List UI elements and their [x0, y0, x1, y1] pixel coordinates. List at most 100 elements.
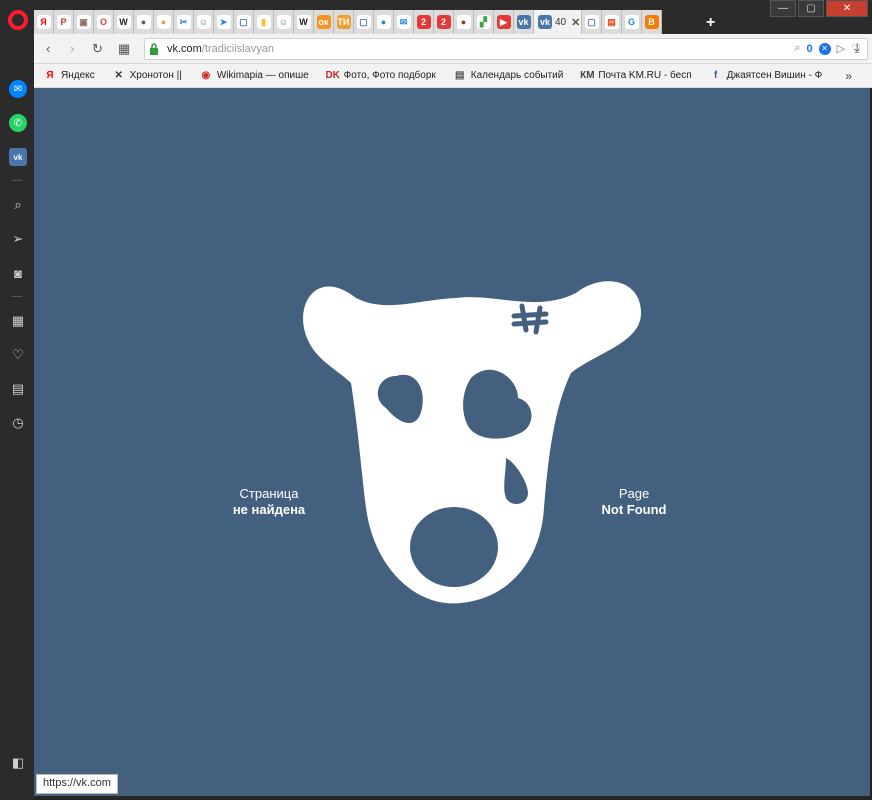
not-found-en-line2: Not Found	[601, 502, 667, 517]
browser-tab[interactable]: ●	[374, 10, 394, 34]
browser-tab[interactable]: Я	[34, 10, 54, 34]
back-button[interactable]: ‹	[46, 41, 50, 56]
browser-tab[interactable]: B	[642, 10, 662, 34]
close-window-button[interactable]: ✕	[826, 0, 868, 17]
bookmark-item[interactable]: ◉ Wikimapia — опише	[200, 70, 309, 82]
adblock-count: 0	[806, 42, 813, 55]
bookmarks-bar: Я Яндекс ✕ Хронотон || ◉ Wikimapia — опише DK Ф…	[34, 64, 872, 88]
speed-dial-button[interactable]: ▦	[118, 41, 130, 57]
browser-tab[interactable]: 2	[414, 10, 434, 34]
opera-icon: O	[96, 15, 111, 29]
browser-tab[interactable]: P	[54, 10, 74, 34]
send-icon[interactable]: ➢	[9, 230, 27, 248]
chronoton-icon: ✕	[114, 70, 123, 81]
browser-tab[interactable]: ▶	[494, 10, 514, 34]
bookmark-item[interactable]: DK Фото, Фото подборк	[325, 70, 436, 82]
browser-tab[interactable]: ●	[454, 10, 474, 34]
address-field[interactable]: vk.com/tradiciislavyan ⌕ 0 ✕ ▷ ♡	[144, 38, 868, 60]
bookmark-item[interactable]: f Джаятсен Вишин - Ф	[710, 70, 822, 82]
zoom-search-icon[interactable]: ⌕	[794, 42, 800, 55]
adblock-icon[interactable]: ✕	[818, 42, 831, 55]
forward-button[interactable]: ›	[70, 41, 74, 56]
browser-tab[interactable]: ●	[154, 10, 174, 34]
opera-menu-icon[interactable]	[8, 10, 28, 30]
km-icon: КМ	[580, 70, 595, 81]
browser-tab[interactable]: ☺	[274, 10, 294, 34]
browser-tab[interactable]: ✉	[394, 10, 414, 34]
url-text: vk.com/tradiciislavyan	[167, 43, 274, 55]
active-tab[interactable]: vk 40 ✕	[534, 10, 582, 34]
messenger-icon[interactable]: ✉	[9, 80, 27, 98]
bookmark-item[interactable]: Я Яндекс	[44, 70, 95, 82]
youtube-icon: ▶	[496, 15, 511, 29]
search-icon[interactable]: ⌕	[9, 196, 27, 214]
sidebar-divider	[12, 296, 22, 297]
browser-tab[interactable]: O	[94, 10, 114, 34]
reload-button[interactable]: ↻	[92, 41, 103, 57]
browser-tab[interactable]: ▤	[602, 10, 622, 34]
browser-tab[interactable]: ●	[134, 10, 154, 34]
minimize-button[interactable]: —	[770, 0, 796, 17]
bookmarks-overflow-icon[interactable]: »	[845, 69, 852, 83]
bookmark-label: Почта KM.RU - бесп	[598, 70, 692, 81]
browser-tab[interactable]: ▮	[254, 10, 274, 34]
yandex-icon: Я	[36, 15, 51, 29]
rainbow-icon: ▞	[476, 15, 491, 29]
bookmark-label: Фото, Фото подборк	[343, 70, 436, 81]
bookmark-item[interactable]: ✕ Хронотон ||	[113, 70, 182, 82]
person-icon: ☺	[276, 15, 291, 29]
browser-tab[interactable]: ☺	[194, 10, 214, 34]
page-icon: ▤	[455, 70, 465, 81]
sidebar-divider	[12, 180, 22, 181]
browser-tab[interactable]: ок	[314, 10, 334, 34]
vk-icon: vk	[538, 15, 552, 29]
bookmark-label: Хронотон ||	[129, 70, 182, 81]
new-tab-button[interactable]: +	[706, 14, 715, 32]
tab-list: Я P ▣ O W ● ● ✂ ☺ ➤ ▢ ▮ ☺ Wок ТИ ▢ ● ✉ 2 2 ● ▞ ▶ vk vk 40 ✕ ▢ ▤ G B	[34, 10, 662, 34]
ti-icon: ТИ	[336, 15, 351, 29]
bookmark-label: Wikimapia — опише	[216, 70, 309, 81]
blogger-icon: B	[644, 15, 659, 29]
bookmark-item[interactable]: ▤ Календарь событий	[454, 70, 563, 82]
scissors-icon: ✂	[176, 15, 191, 29]
chat-icon: ▢	[356, 15, 371, 29]
arrow-icon: ➤	[216, 15, 231, 29]
heart-icon[interactable]: ♡	[9, 346, 27, 364]
maximize-button[interactable]: ▢	[798, 0, 824, 17]
bookmark-label: Яндекс	[61, 70, 95, 81]
not-found-message-ru: Страница не найдена	[219, 486, 319, 518]
tab-strip: Я P ▣ O W ● ● ✂ ☺ ➤ ▢ ▮ ☺ Wок ТИ ▢ ● ✉ 2 2 ● ▞ ▶ vk vk 40 ✕ ▢ ▤ G B + …	[0, 0, 872, 34]
browser-tab[interactable]: 2	[434, 10, 454, 34]
browser-tab[interactable]: ➤	[214, 10, 234, 34]
browser-tab[interactable]: ▢	[234, 10, 254, 34]
sidebar-toggle-icon[interactable]: ◧	[9, 754, 27, 772]
camera-icon[interactable]: ◙	[9, 264, 27, 282]
ball-icon: ●	[456, 15, 471, 29]
url-host: vk.com	[167, 43, 202, 55]
whatsapp-icon[interactable]: ✆	[9, 114, 27, 132]
speed-dial-icon[interactable]: ▦	[9, 312, 27, 330]
vk-messenger-icon[interactable]: vk	[9, 148, 27, 166]
browser-tab[interactable]: ▢	[354, 10, 374, 34]
browser-tab[interactable]: ▞	[474, 10, 494, 34]
browser-tab[interactable]: G	[622, 10, 642, 34]
sad-dog-illustration	[303, 281, 641, 604]
browser-tab[interactable]: W	[114, 10, 134, 34]
browser-tab[interactable]: vk	[514, 10, 534, 34]
not-found-message-en: Page Not Found	[584, 486, 684, 518]
yandex-icon: Я	[46, 70, 54, 81]
red-2-icon: 2	[436, 15, 451, 29]
close-tab-icon[interactable]: ✕	[571, 16, 580, 29]
url-path: /tradiciislavyan	[201, 43, 274, 55]
browser-tab[interactable]: ▣	[74, 10, 94, 34]
download-icon[interactable]: ⤓	[854, 40, 860, 56]
browser-tab[interactable]: ✂	[174, 10, 194, 34]
browser-tab[interactable]: W	[294, 10, 314, 34]
bookmark-item[interactable]: КМ Почта KM.RU - бесп	[580, 70, 692, 82]
history-icon[interactable]: ◷	[9, 414, 27, 432]
snap-send-icon[interactable]: ▷	[837, 42, 845, 55]
browser-tab[interactable]: ТИ	[334, 10, 354, 34]
browser-tab[interactable]: ▢	[582, 10, 602, 34]
news-icon[interactable]: ▤	[9, 380, 27, 398]
dk-icon: DK	[325, 70, 340, 81]
